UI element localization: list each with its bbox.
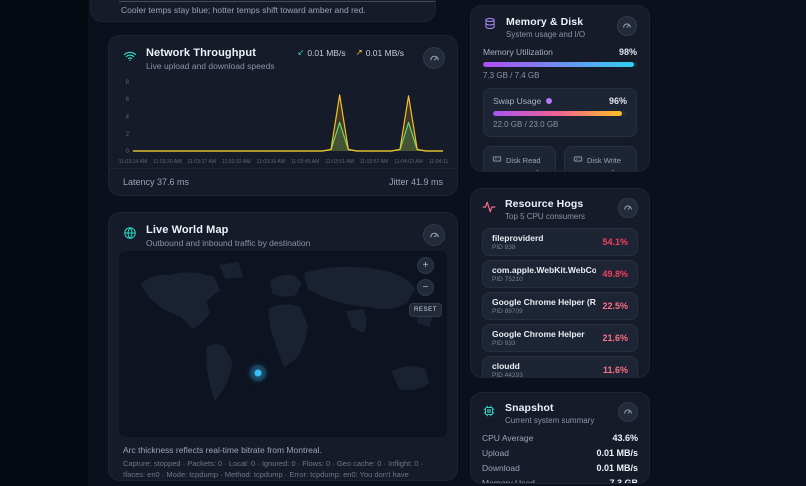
cpu-percent: 54.1% bbox=[602, 237, 628, 247]
disk-icon bbox=[492, 154, 502, 166]
memory-utilization-bar bbox=[483, 62, 637, 67]
process-row[interactable]: com.apple.WebKit.WebContent PID 75210 49… bbox=[482, 260, 638, 288]
svg-text:11:03:45 AM: 11:03:45 AM bbox=[291, 159, 320, 165]
activity-icon bbox=[482, 200, 496, 219]
network-gauge-button[interactable] bbox=[423, 47, 445, 69]
snapshot-row: Memory Used 7.3 GB bbox=[482, 475, 638, 484]
latency-value: Latency 37.6 ms bbox=[123, 177, 189, 187]
disk-read-tile: Disk Read 19.77 MB/s 576 IOPS bbox=[483, 146, 556, 172]
capture-status-text: Capture: stopped · Packets: 0 · Local: 0… bbox=[123, 459, 445, 481]
network-throughput-card: Network Throughput Live upload and downl… bbox=[108, 35, 458, 196]
network-card-title: Network Throughput bbox=[146, 47, 288, 59]
disk-icon bbox=[573, 154, 583, 166]
memory-card-subtitle: System usage and I/O bbox=[506, 30, 608, 39]
svg-text:11:03:20 AM: 11:03:20 AM bbox=[153, 159, 182, 165]
map-caption: Arc thickness reflects real-time bitrate… bbox=[123, 445, 322, 455]
swap-usage-percent: 96% bbox=[609, 96, 627, 106]
disk-write-tile: Disk Write 5.38 MB/s 503 IOPS bbox=[564, 146, 637, 172]
memory-disk-card: Memory & Disk System usage and I/O Memor… bbox=[470, 5, 650, 172]
world-map-continents bbox=[119, 251, 447, 437]
svg-text:11:04:03 AM: 11:04:03 AM bbox=[394, 159, 423, 165]
upload-arrow-icon: ↗ bbox=[356, 47, 363, 58]
gauge-icon bbox=[623, 203, 633, 213]
svg-text:11:04:11 AM: 11:04:11 AM bbox=[429, 159, 449, 165]
hogs-gauge-button[interactable] bbox=[618, 198, 638, 218]
snapshot-row: Upload 0.01 MB/s bbox=[482, 445, 638, 460]
map-gauge-button[interactable] bbox=[423, 224, 445, 246]
cpu-percent: 49.8% bbox=[602, 269, 628, 279]
gauge-icon bbox=[429, 230, 440, 241]
map-zoom-in-button[interactable]: + bbox=[417, 257, 434, 274]
memory-utilization-label: Memory Utilization bbox=[483, 47, 553, 57]
svg-text:2: 2 bbox=[126, 132, 130, 138]
memory-utilization-percent: 98% bbox=[619, 47, 637, 57]
disk-read-rate: 19.77 MB/s bbox=[492, 170, 547, 172]
download-rate-badge: ↙ 0.01 MB/s bbox=[297, 47, 345, 58]
snapshot-row: Download 0.01 MB/s bbox=[482, 460, 638, 475]
map-card-title: Live World Map bbox=[146, 224, 414, 236]
live-world-map-card: Live World Map Outbound and inbound traf… bbox=[108, 212, 458, 481]
snapshot-card-subtitle: Current system summary bbox=[505, 416, 609, 425]
svg-text:6: 6 bbox=[126, 97, 130, 103]
snapshot-card-title: Snapshot bbox=[505, 402, 609, 414]
cpu-percent: 21.6% bbox=[602, 333, 628, 343]
gauge-icon bbox=[429, 53, 440, 64]
memory-card-title: Memory & Disk bbox=[506, 16, 608, 28]
swap-dot-icon bbox=[546, 98, 552, 104]
gauge-icon bbox=[622, 21, 632, 31]
process-row[interactable]: Google Chrome Helper (Renderer) PID 8970… bbox=[482, 292, 638, 320]
svg-text:8: 8 bbox=[126, 80, 130, 86]
chip-icon bbox=[482, 404, 496, 423]
svg-text:11:03:27 AM: 11:03:27 AM bbox=[188, 159, 217, 165]
swap-usage-label: Swap Usage bbox=[493, 96, 541, 106]
map-zoom-out-button[interactable]: − bbox=[417, 279, 434, 296]
memory-utilization-detail: 7.3 GB / 7.4 GB bbox=[483, 71, 637, 80]
download-arrow-icon: ↙ bbox=[297, 47, 304, 58]
traffic-origin-dot bbox=[255, 369, 262, 376]
globe-icon bbox=[123, 226, 137, 245]
memory-gauge-button[interactable] bbox=[617, 16, 637, 36]
network-card-subtitle: Live upload and download speeds bbox=[146, 61, 288, 71]
jitter-value: Jitter 41.9 ms bbox=[389, 177, 443, 187]
gauge-icon bbox=[623, 407, 633, 417]
upload-rate-badge: ↗ 0.01 MB/s bbox=[356, 47, 404, 58]
swap-usage-detail: 22.0 GB / 23.0 GB bbox=[493, 120, 627, 129]
process-row[interactable]: fileproviderd PID 838 54.1% bbox=[482, 228, 638, 256]
map-reset-button[interactable]: RESET bbox=[409, 303, 442, 317]
temps-chart-baseline bbox=[119, 1, 435, 2]
map-card-subtitle: Outbound and inbound traffic by destinat… bbox=[146, 238, 414, 248]
disk-write-label: Disk Write bbox=[587, 156, 621, 165]
temps-card-partial: Cooler temps stay blue; hotter temps shi… bbox=[90, 0, 436, 22]
disk-read-label: Disk Read bbox=[506, 156, 541, 165]
process-row[interactable]: cloudd PID 44293 11.6% bbox=[482, 356, 638, 378]
resource-hogs-card: Resource Hogs Top 5 CPU consumers filepr… bbox=[470, 188, 650, 378]
svg-text:11:03:14 AM: 11:03:14 AM bbox=[119, 159, 148, 165]
process-row[interactable]: Google Chrome Helper PID 933 21.6% bbox=[482, 324, 638, 352]
svg-text:11:03:51 AM: 11:03:51 AM bbox=[325, 159, 354, 165]
snapshot-card: Snapshot Current system summary CPU Aver… bbox=[470, 392, 650, 484]
swap-usage-bar bbox=[493, 111, 627, 116]
svg-text:11:03:57 AM: 11:03:57 AM bbox=[360, 159, 389, 165]
cpu-percent: 11.6% bbox=[603, 365, 628, 375]
database-icon bbox=[483, 17, 497, 36]
snapshot-gauge-button[interactable] bbox=[618, 402, 638, 422]
hogs-card-title: Resource Hogs bbox=[505, 198, 609, 210]
temps-note: Cooler temps stay blue; hotter temps shi… bbox=[121, 5, 366, 15]
svg-text:11:03:39 AM: 11:03:39 AM bbox=[256, 159, 285, 165]
snapshot-row: CPU Average 43.6% bbox=[482, 430, 638, 445]
world-map-canvas[interactable]: + − RESET bbox=[119, 251, 447, 437]
hogs-card-subtitle: Top 5 CPU consumers bbox=[505, 212, 609, 221]
page-left-margin bbox=[0, 0, 88, 486]
swap-usage-panel: Swap Usage 96% 22.0 GB / 23.0 GB bbox=[483, 88, 637, 137]
disk-write-rate: 5.38 MB/s bbox=[573, 170, 628, 172]
wifi-icon bbox=[123, 49, 137, 68]
cpu-percent: 22.5% bbox=[602, 301, 628, 311]
network-throughput-chart[interactable]: 0 2 4 6 8 11:03:14 AM 11:03:20 AM 11:03:27 AM 11… bbox=[117, 76, 449, 169]
svg-text:0: 0 bbox=[126, 149, 130, 155]
svg-text:11:03:33 AM: 11:03:33 AM bbox=[222, 159, 251, 165]
svg-text:4: 4 bbox=[126, 114, 130, 120]
